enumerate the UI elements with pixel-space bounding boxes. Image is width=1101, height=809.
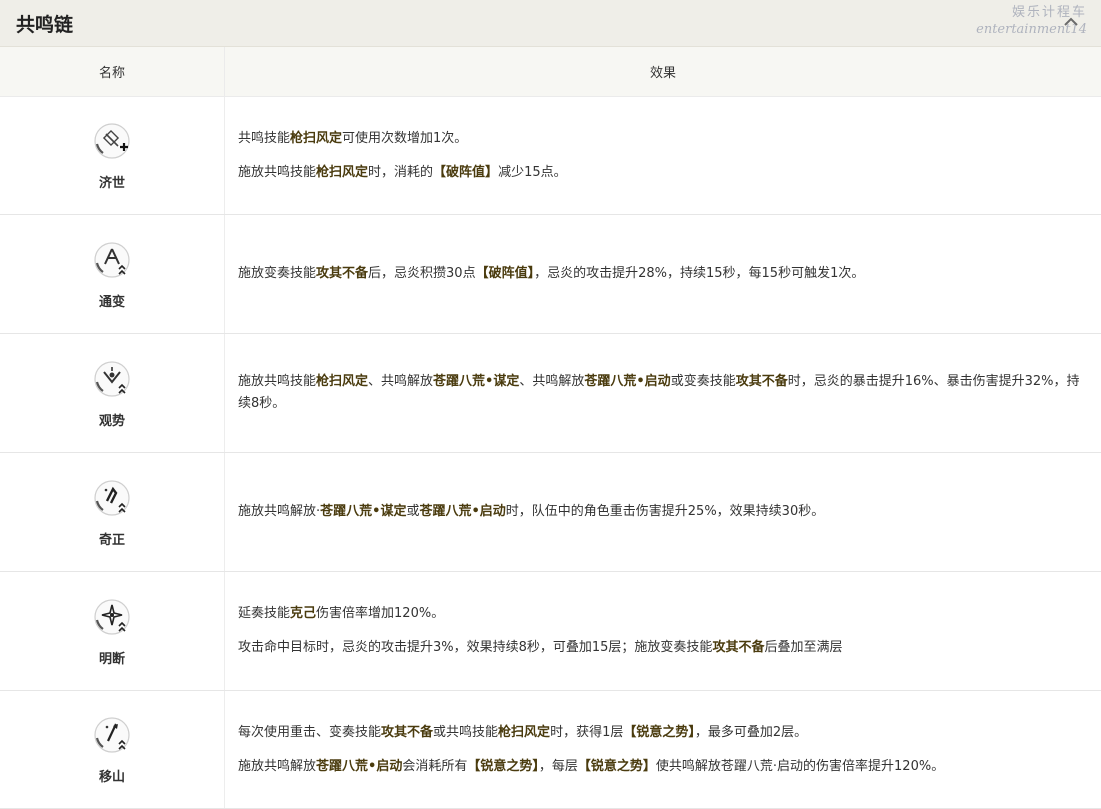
- effect-paragraph: 施放共鸣技能枪扫风定时，消耗的【破阵值】减少15点。: [238, 162, 1089, 184]
- keyword: 【破阵值】: [475, 266, 535, 281]
- keyword: 攻其不备: [712, 640, 765, 655]
- effect-cell: 每次使用重击、变奏技能攻其不备或共鸣技能枪扫风定时，获得1层【锐意之势】，最多可…: [224, 690, 1101, 809]
- keyword: 枪扫风定: [316, 374, 369, 389]
- table-row: 移山 每次使用重击、变奏技能攻其不备或共鸣技能枪扫风定时，获得1层【锐意之势】，最…: [0, 690, 1101, 809]
- effect-text: 或共鸣技能: [433, 724, 499, 740]
- skill-cell: 奇正: [0, 452, 225, 572]
- keyword: 攻其不备: [735, 374, 788, 389]
- table-row: 通变 施放变奏技能攻其不备后，忌炎积攒30点【破阵值】，忌炎的攻击提升28%，持续…: [0, 214, 1101, 334]
- effect-text: 共鸣技能: [238, 130, 291, 146]
- skill-cell: 移山: [0, 690, 225, 809]
- effect-text: 时，获得1层: [550, 724, 624, 740]
- effect-text: 攻击命中目标时，忌炎的攻击提升3%，效果持续8秒，可叠加15层；施放变奏技能: [238, 640, 713, 655]
- effect-text: 或: [406, 504, 420, 519]
- effect-text: ，每层: [538, 758, 578, 774]
- resonance-chain-table: 名称 效果 济世 共鸣技能枪扫风定可使用次数增加1次。 施放共鸣技能枪扫风定时，消耗…: [0, 47, 1101, 809]
- section-title: 共鸣链: [16, 13, 74, 36]
- column-header-effect: 效果: [224, 47, 1101, 97]
- resonance-chain-page: 共鸣链 娱乐计程车 entertainment14 名称 效果 济世 共鸣技能枪扫…: [0, 0, 1101, 809]
- effect-cell: 施放变奏技能攻其不备后，忌炎积攒30点【破阵值】，忌炎的攻击提升28%，持续15…: [224, 214, 1101, 334]
- effect-paragraph: 每次使用重击、变奏技能攻其不备或共鸣技能枪扫风定时，获得1层【锐意之势】，最多可…: [238, 722, 1089, 744]
- effect-paragraph: 施放共鸣解放苍躍八荒•启动会消耗所有【锐意之势】，每层【锐意之势】使共鸣解放苍躍…: [238, 756, 1089, 778]
- effect-cell: 施放共鸣技能枪扫风定、共鸣解放苍躍八荒•谋定、共鸣解放苍躍八荒•启动或变奏技能攻…: [224, 333, 1101, 453]
- column-header-name: 名称: [0, 47, 225, 97]
- effect-text: 、共鸣解放: [519, 374, 585, 389]
- effect-paragraph: 攻击命中目标时，忌炎的攻击提升3%，效果持续8秒，可叠加15层；施放变奏技能攻其…: [238, 637, 1089, 659]
- skill-cell: 观势: [0, 333, 225, 453]
- keyword: 攻其不备: [316, 266, 369, 281]
- figure-rank-icon: [94, 479, 130, 516]
- effect-text: 时，消耗的: [368, 164, 434, 180]
- skill-name: 明断: [98, 651, 125, 667]
- effect-text: 施放共鸣技能: [238, 374, 317, 389]
- effect-cell: 共鸣技能枪扫风定可使用次数增加1次。 施放共鸣技能枪扫风定时，消耗的【破阵值】减少…: [224, 96, 1101, 215]
- effect-text: 施放变奏技能: [238, 266, 317, 281]
- effect-text: 时，队伍中的角色重击伤害提升25%，效果持续30秒。: [505, 504, 825, 519]
- keyword: 苍躍八荒•谋定: [433, 374, 520, 389]
- table-row: 济世 共鸣技能枪扫风定可使用次数增加1次。 施放共鸣技能枪扫风定时，消耗的【破阵值】…: [0, 96, 1101, 215]
- effect-paragraph: 共鸣技能枪扫风定可使用次数增加1次。: [238, 128, 1089, 150]
- skill-cell: 济世: [0, 96, 225, 215]
- effect-cell: 延奏技能克己伤害倍率增加120%。 攻击命中目标时，忌炎的攻击提升3%，效果持续8…: [224, 571, 1101, 691]
- effect-text: 会消耗所有: [402, 758, 468, 774]
- collapse-chevron-icon[interactable]: [1063, 14, 1079, 30]
- spear-rank-icon: [94, 717, 130, 753]
- effect-text: 减少15点。: [498, 164, 567, 180]
- effect-text: 可使用次数增加1次。: [342, 130, 468, 146]
- keyword: 苍躍八荒•启动: [419, 504, 506, 519]
- effect-paragraph: 施放共鸣解放·苍躍八荒•谋定或苍躍八荒•启动时，队伍中的角色重击伤害提升25%，…: [238, 501, 1089, 523]
- triangle-rank-icon: [94, 241, 130, 278]
- eye-rank-icon: [94, 360, 130, 397]
- skill-name: 通变: [98, 294, 125, 310]
- keyword: 苍躍八荒•启动: [584, 374, 671, 389]
- heal-plus-icon: [94, 123, 130, 159]
- effect-text: 伤害倍率增加120%。: [316, 606, 445, 621]
- effect-text: 施放共鸣解放: [238, 758, 317, 774]
- keyword: 【锐意之势】: [467, 758, 539, 774]
- star-rank-icon: [94, 598, 130, 635]
- keyword: 枪扫风定: [498, 724, 551, 740]
- effect-text: 延奏技能: [238, 606, 291, 621]
- skill-name: 观势: [98, 413, 125, 429]
- skill-cell: 明断: [0, 571, 225, 691]
- table-row: 观势 施放共鸣技能枪扫风定、共鸣解放苍躍八荒•谋定、共鸣解放苍躍八荒•启动或变奏技…: [0, 333, 1101, 453]
- keyword: 枪扫风定: [290, 130, 343, 146]
- keyword: 【破阵值】: [433, 164, 499, 180]
- table-row: 明断 延奏技能克己伤害倍率增加120%。 攻击命中目标时，忌炎的攻击提升3%，效果持…: [0, 571, 1101, 691]
- effect-text: 使共鸣解放苍躍八荒·启动的伤害倍率提升120%。: [655, 758, 945, 774]
- effect-cell: 施放共鸣解放·苍躍八荒•谋定或苍躍八荒•启动时，队伍中的角色重击伤害提升25%，…: [224, 452, 1101, 572]
- effect-text: 施放共鸣解放·: [238, 504, 321, 519]
- effect-text: 每次使用重击、变奏技能: [238, 724, 382, 740]
- keyword: 枪扫风定: [316, 164, 369, 180]
- effect-text: 施放共鸣技能: [238, 164, 317, 180]
- keyword: 【锐意之势】: [577, 758, 656, 774]
- effect-paragraph: 延奏技能克己伤害倍率增加120%。: [238, 603, 1089, 625]
- keyword: 攻其不备: [381, 724, 434, 740]
- effect-text: 或变奏技能: [670, 374, 736, 389]
- effect-text: ，忌炎的攻击提升28%，持续15秒，每15秒可触发1次。: [534, 266, 865, 281]
- keyword: 苍躍八荒•启动: [316, 758, 403, 774]
- effect-paragraph: 施放变奏技能攻其不备后，忌炎积攒30点【破阵值】，忌炎的攻击提升28%，持续15…: [238, 263, 1089, 285]
- skill-name: 奇正: [98, 532, 125, 548]
- table-row: 奇正 施放共鸣解放·苍躍八荒•谋定或苍躍八荒•启动时，队伍中的角色重击伤害提升25…: [0, 452, 1101, 572]
- skill-name: 移山: [98, 770, 125, 785]
- effect-text: 后，忌炎积攒30点: [368, 266, 476, 281]
- keyword: 苍躍八荒•谋定: [320, 504, 407, 519]
- keyword: 克己: [290, 606, 317, 621]
- effect-text: 、共鸣解放: [368, 374, 434, 389]
- skill-cell: 通变: [0, 214, 225, 334]
- effect-text: 后叠加至满层: [764, 640, 843, 655]
- effect-text: ，最多可叠加2层。: [694, 724, 808, 740]
- effect-paragraph: 施放共鸣技能枪扫风定、共鸣解放苍躍八荒•谋定、共鸣解放苍躍八荒•启动或变奏技能攻…: [238, 371, 1089, 415]
- keyword: 【锐意之势】: [623, 724, 695, 740]
- skill-name: 济世: [98, 176, 125, 191]
- section-header: 共鸣链 娱乐计程车 entertainment14: [0, 0, 1101, 47]
